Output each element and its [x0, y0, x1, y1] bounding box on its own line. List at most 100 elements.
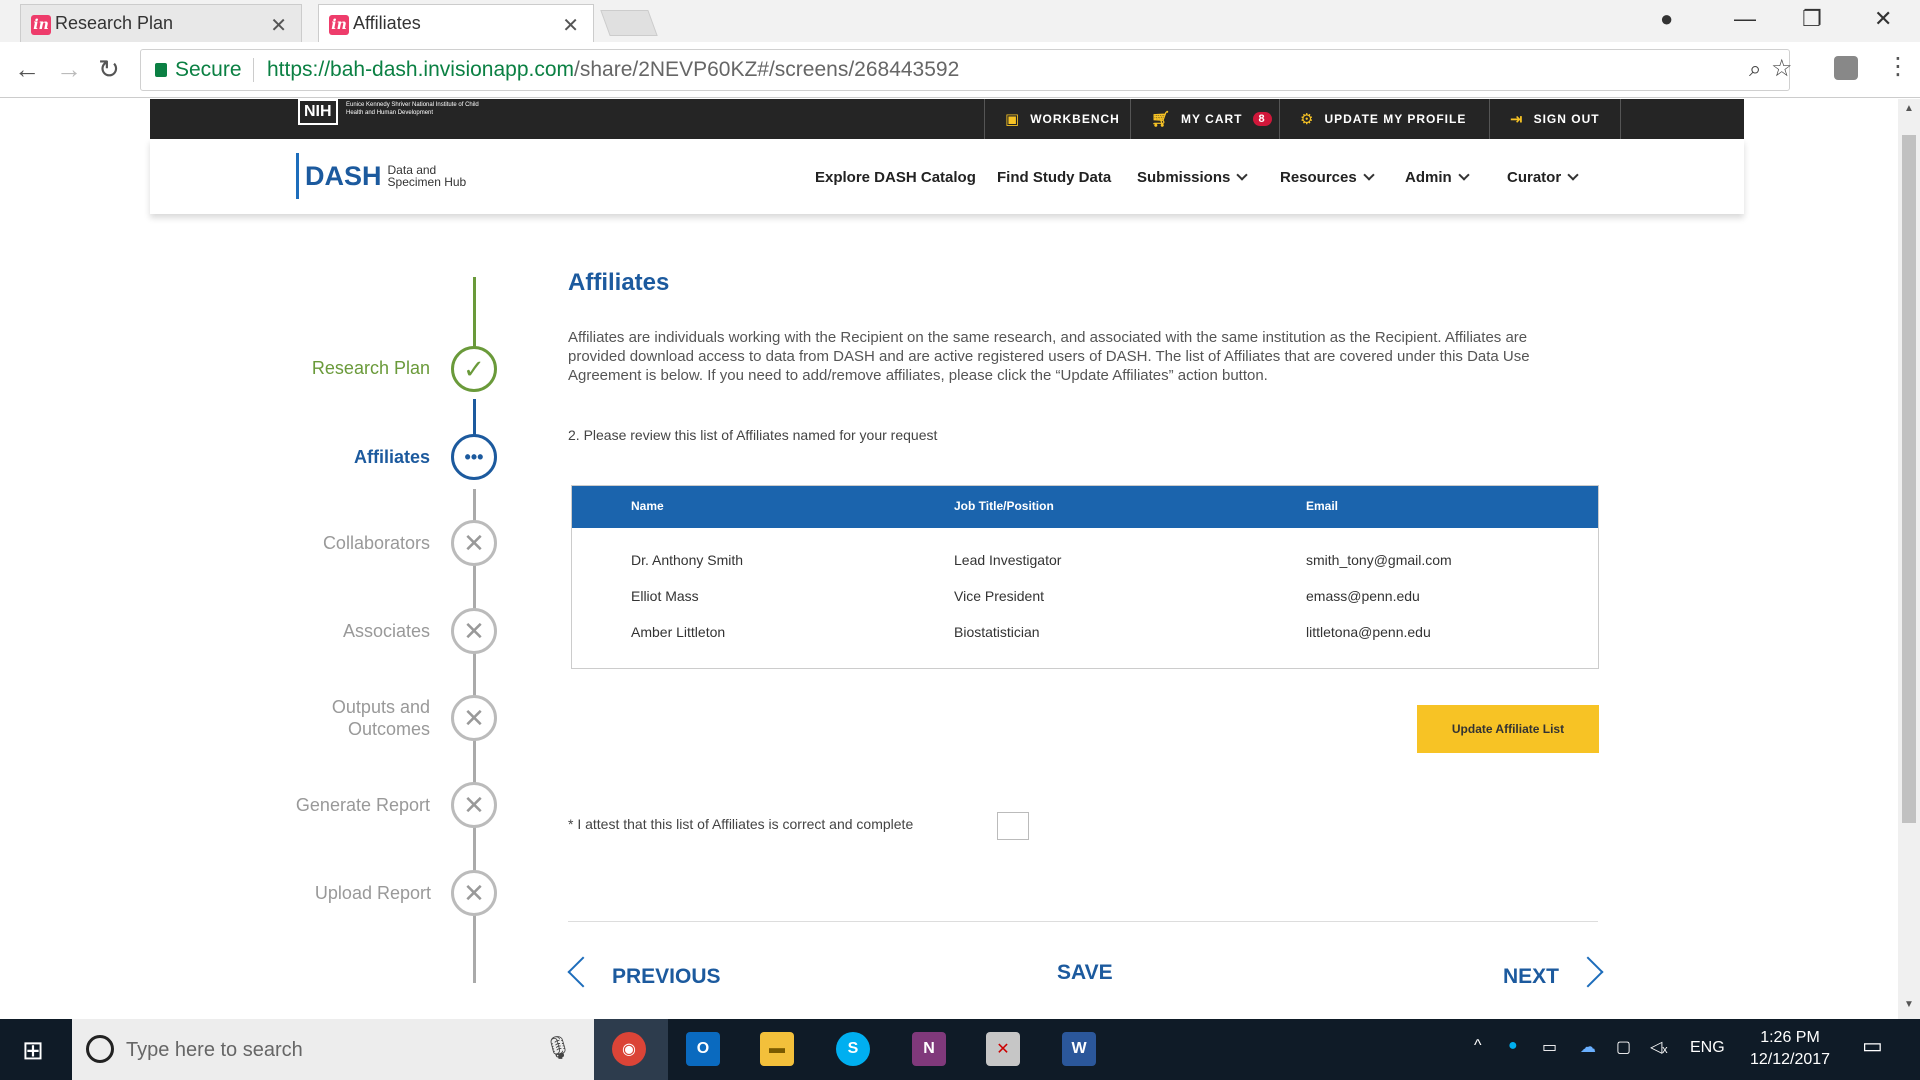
- profile-icon[interactable]: ●: [1660, 6, 1673, 32]
- update-profile-link[interactable]: ⚙ UPDATE MY PROFILE: [1279, 99, 1486, 139]
- step-label-collaborators[interactable]: Collaborators: [130, 532, 430, 554]
- incomplete-x-icon[interactable]: ✕: [451, 695, 497, 741]
- menu-icon[interactable]: ⋮: [1886, 52, 1910, 81]
- cart-icon: 🛒︎: [1151, 111, 1172, 128]
- restore-icon[interactable]: ❐: [1802, 6, 1822, 32]
- my-cart-link[interactable]: 🛒︎ MY CART 8: [1130, 99, 1292, 139]
- url-input[interactable]: Secure https://bah-dash.invisionapp.com/…: [140, 49, 1793, 91]
- microphone-icon[interactable]: 🎙︎: [544, 1035, 572, 1061]
- check-icon[interactable]: ✓: [451, 346, 497, 392]
- clock[interactable]: 1:26 PM 12/12/2017: [1740, 1027, 1840, 1071]
- divider: [568, 921, 1598, 922]
- workbench-link[interactable]: ▣ WORKBENCH: [984, 99, 1140, 139]
- onenote-icon[interactable]: N: [912, 1032, 946, 1066]
- step-label-research-plan[interactable]: Research Plan: [130, 357, 430, 379]
- utility-bar: NIH Eunice Kennedy Shriver National Inst…: [150, 99, 1744, 139]
- onedrive-icon[interactable]: ☁: [1580, 1037, 1596, 1057]
- column-header-email: Email: [1306, 499, 1339, 513]
- step-label-outputs[interactable]: Outputs and Outcomes: [130, 696, 430, 740]
- cell-email: emass@penn.edu: [1306, 588, 1420, 604]
- cart-count-badge: 8: [1252, 112, 1272, 126]
- nav-explore-catalog[interactable]: Explore DASH Catalog: [815, 169, 976, 186]
- taskbar-search[interactable]: Type here to search 🎙︎: [72, 1019, 594, 1080]
- language-indicator[interactable]: ENG: [1690, 1039, 1725, 1057]
- secure-indicator[interactable]: Secure: [155, 58, 242, 82]
- step-label-generate-report[interactable]: Generate Report: [130, 794, 430, 816]
- window-close-icon[interactable]: ✕: [1874, 6, 1892, 32]
- description-text: Affiliates are individuals working with …: [568, 329, 1530, 384]
- close-icon[interactable]: ✕: [562, 13, 579, 38]
- cortana-icon: [86, 1035, 114, 1063]
- url-text: https://bah-dash.invisionapp.com/share/2…: [267, 58, 960, 81]
- scroll-up-icon[interactable]: ▲: [1904, 103, 1914, 114]
- step-connector: [473, 277, 476, 352]
- cell-email: littletona@penn.edu: [1306, 624, 1431, 640]
- step-label-associates[interactable]: Associates: [130, 620, 430, 642]
- forward-icon[interactable]: →: [56, 54, 82, 85]
- app-icon[interactable]: ✕: [986, 1032, 1020, 1066]
- skype-icon[interactable]: S: [836, 1032, 870, 1066]
- arrow-left-icon: [567, 956, 599, 988]
- tab-affiliates[interactable]: in Affiliates ✕: [318, 4, 594, 42]
- nav-admin[interactable]: Admin: [1405, 169, 1470, 186]
- review-question: 2. Please review this list of Affiliates…: [568, 427, 938, 443]
- chevron-up-icon[interactable]: ^: [1474, 1037, 1482, 1055]
- outlook-icon[interactable]: O: [686, 1032, 720, 1066]
- column-header-name: Name: [631, 499, 664, 513]
- minimize-icon[interactable]: —: [1734, 6, 1756, 32]
- cell-job: Biostatistician: [954, 624, 1040, 640]
- vertical-scrollbar[interactable]: ▲ ▼: [1898, 99, 1920, 1019]
- chrome-icon[interactable]: ◉: [612, 1032, 646, 1066]
- lock-icon: [155, 63, 167, 77]
- next-button[interactable]: NEXT: [1503, 956, 1604, 989]
- skype-tray-icon[interactable]: ●: [1508, 1037, 1518, 1055]
- main-navigation: DASH Data and Specimen Hub Explore DASH C…: [150, 139, 1744, 214]
- notifications-icon[interactable]: ▭: [1862, 1033, 1883, 1059]
- invision-icon: in: [329, 15, 349, 35]
- nav-submissions[interactable]: Submissions: [1137, 169, 1249, 186]
- invision-icon: in: [31, 15, 51, 35]
- nav-resources[interactable]: Resources: [1280, 169, 1375, 186]
- chevron-down-icon: [1363, 169, 1375, 181]
- save-button[interactable]: SAVE: [1057, 961, 1113, 985]
- cell-name: Amber Littleton: [631, 624, 726, 640]
- battery-icon[interactable]: ▭: [1542, 1037, 1557, 1057]
- tab-title: Affiliates: [353, 13, 421, 33]
- update-affiliate-list-button[interactable]: Update Affiliate List: [1417, 705, 1599, 753]
- nav-find-study-data[interactable]: Find Study Data: [997, 169, 1111, 186]
- sign-out-link[interactable]: ⇥ SIGN OUT: [1489, 99, 1621, 139]
- dash-logo[interactable]: DASH Data and Specimen Hub: [296, 153, 466, 199]
- scrollbar-thumb[interactable]: [1902, 135, 1916, 823]
- windows-taskbar: ⊞ Type here to search 🎙︎ ◉ O ▬ S N ✕ W ^…: [0, 1019, 1920, 1080]
- tab-research-plan[interactable]: in Research Plan ✕: [20, 4, 302, 42]
- step-label-affiliates[interactable]: Affiliates: [130, 446, 430, 468]
- address-bar: ← → ↻ Secure https://bah-dash.invisionap…: [0, 42, 1920, 98]
- windows-start-icon[interactable]: ⊞: [22, 1035, 44, 1066]
- scroll-down-icon[interactable]: ▼: [1904, 999, 1914, 1010]
- cell-name: Elliot Mass: [631, 588, 699, 604]
- cell-name: Dr. Anthony Smith: [631, 552, 744, 568]
- nav-curator[interactable]: Curator: [1507, 169, 1579, 186]
- incomplete-x-icon[interactable]: ✕: [451, 608, 497, 654]
- zoom-icon[interactable]: ⌕: [1749, 56, 1761, 82]
- file-explorer-icon[interactable]: ▬: [760, 1032, 794, 1066]
- word-icon[interactable]: W: [1062, 1032, 1096, 1066]
- arrow-right-icon: [1572, 956, 1604, 988]
- previous-button[interactable]: PREVIOUS: [567, 956, 721, 989]
- in-progress-icon[interactable]: •••: [451, 434, 497, 480]
- network-icon[interactable]: ▢: [1616, 1037, 1631, 1057]
- step-label-upload-report[interactable]: Upload Report: [131, 882, 431, 904]
- incomplete-x-icon[interactable]: ✕: [451, 870, 497, 916]
- new-tab-button[interactable]: [600, 10, 658, 36]
- incomplete-x-icon[interactable]: ✕: [451, 782, 497, 828]
- incomplete-x-icon[interactable]: ✕: [451, 520, 497, 566]
- close-icon[interactable]: ✕: [270, 13, 287, 38]
- bookmark-star-icon[interactable]: ☆: [1771, 54, 1793, 83]
- back-icon[interactable]: ←: [14, 54, 40, 85]
- volume-muted-icon[interactable]: ◁ₓ: [1650, 1037, 1668, 1057]
- extension-icon[interactable]: [1834, 56, 1858, 80]
- reload-icon[interactable]: ↻: [98, 54, 120, 85]
- sign-out-icon: ⇥: [1510, 111, 1524, 128]
- gear-icon: ⚙: [1300, 111, 1315, 128]
- attest-checkbox[interactable]: [997, 812, 1029, 840]
